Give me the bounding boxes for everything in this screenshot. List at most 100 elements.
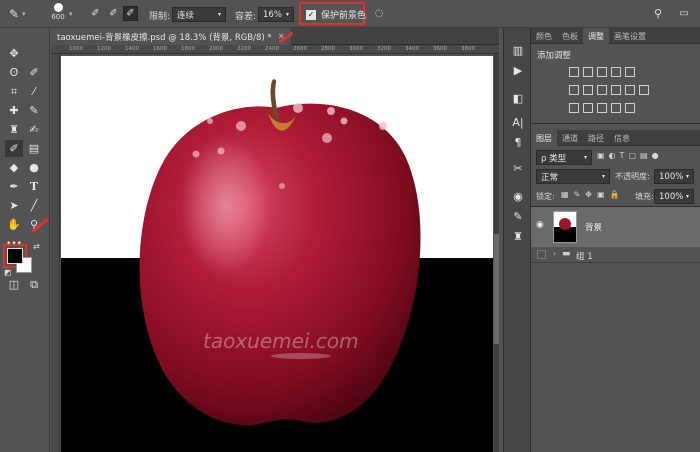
folder-icon: ▬: [562, 249, 571, 259]
history-brush-tool-icon[interactable]: ✍: [25, 121, 43, 138]
filter-pixel-icon[interactable]: ▣: [597, 151, 605, 160]
hand-tool-icon[interactable]: ✋: [5, 216, 23, 233]
lasso-tool-icon[interactable]: ʘ: [5, 64, 23, 81]
visibility-toggle-off[interactable]: [537, 250, 546, 259]
quick-mask-icon[interactable]: ◫: [5, 276, 23, 293]
eyedropper-tool-icon[interactable]: ⁄: [25, 83, 43, 100]
properties-panel-icon[interactable]: ◧: [509, 90, 527, 107]
layers-tabs: 图层 通道 路径 信息: [531, 130, 700, 146]
clone-source-icon[interactable]: ♜: [509, 228, 527, 245]
opacity-input[interactable]: 100% ▾: [654, 169, 694, 184]
brush-preset-picker[interactable]: 600: [48, 3, 68, 21]
curves-icon[interactable]: [597, 67, 607, 77]
pressure-size-icon[interactable]: ◌: [372, 6, 386, 20]
swap-colors-icon[interactable]: ⇄: [33, 242, 40, 251]
scrollbar-thumb[interactable]: [494, 234, 499, 344]
filter-adjustment-icon[interactable]: ◐: [609, 151, 616, 160]
filter-toggle-icon[interactable]: ●: [652, 151, 659, 160]
blend-mode-select[interactable]: 正常 ▾: [536, 169, 610, 184]
tab-swatches[interactable]: 色板: [557, 28, 583, 44]
gradient-tool-icon[interactable]: ▤: [25, 140, 43, 157]
color-lookup-icon[interactable]: [639, 85, 649, 95]
lock-transparent-icon[interactable]: ▦: [561, 190, 569, 199]
tab-paths[interactable]: 路径: [583, 130, 609, 146]
filter-type-icon[interactable]: T: [620, 151, 625, 160]
clone-stamp-tool-icon[interactable]: ♜: [5, 121, 23, 138]
filter-shape-icon[interactable]: ▢: [628, 151, 636, 160]
paragraph-panel-icon[interactable]: ¶: [509, 134, 527, 151]
limits-label: 限制:: [149, 12, 171, 22]
tab-layers[interactable]: 图层: [531, 130, 557, 146]
protect-foreground-checkbox[interactable]: ✓ 保护前景色: [306, 8, 366, 21]
eye-visibility-icon[interactable]: ◉: [536, 220, 544, 230]
threshold-icon[interactable]: [597, 103, 607, 113]
lock-position-icon[interactable]: ✥: [585, 190, 592, 199]
lock-all-icon[interactable]: 🔒: [610, 190, 620, 199]
posterize-icon[interactable]: [583, 103, 593, 113]
sampling-background-swatch-icon[interactable]: ✐: [123, 6, 138, 21]
sampling-continuous-icon[interactable]: ✐: [88, 6, 103, 21]
history-panel-icon[interactable]: ▥: [509, 42, 527, 59]
brush-tool-icon[interactable]: ✎: [25, 102, 43, 119]
pen-tool-icon[interactable]: ✒: [5, 178, 23, 195]
lock-artboard-icon[interactable]: ▣: [597, 190, 605, 199]
color-balance-icon[interactable]: [583, 85, 593, 95]
document-tab[interactable]: taoxuemei-背景橡皮擦.psd @ 18.3% (背景, RGB/8) …: [51, 28, 291, 45]
fill-input[interactable]: 100% ▾: [654, 189, 694, 204]
path-selection-tool-icon[interactable]: ➤: [5, 197, 23, 214]
eraser-tool-icon[interactable]: ✐: [5, 140, 23, 157]
lock-image-icon[interactable]: ✎: [574, 190, 581, 199]
tab-adjustments[interactable]: 调整: [583, 28, 609, 44]
checkbox-checked-icon: ✓: [306, 9, 316, 20]
foreground-color-swatch[interactable]: [7, 248, 23, 264]
screen-mode-icon[interactable]: ⧉: [25, 276, 43, 293]
layer-filter-select[interactable]: ρ 类型 ▾: [536, 150, 592, 165]
crop-tool-icon[interactable]: ⌗: [5, 83, 23, 100]
background-eraser-tool-icon[interactable]: ✎: [6, 6, 22, 22]
selective-color-icon[interactable]: [625, 103, 635, 113]
line-tool-icon[interactable]: ╱: [25, 197, 43, 214]
hue-saturation-icon[interactable]: [569, 85, 579, 95]
adjustments-panel: 添加调整: [531, 44, 700, 124]
exposure-icon[interactable]: [611, 67, 621, 77]
lock-label: 锁定:: [536, 192, 555, 201]
tab-info[interactable]: 信息: [609, 130, 635, 146]
tab-channels[interactable]: 通道: [557, 130, 583, 146]
brush-tip-icon: [53, 3, 63, 12]
move-tool-icon[interactable]: ✥: [5, 45, 23, 62]
layer-row[interactable]: ◉ 背景: [531, 207, 700, 247]
limits-select[interactable]: 连续 ▾: [172, 7, 226, 22]
vertical-scrollbar[interactable]: [494, 54, 499, 452]
channel-mixer-icon[interactable]: [625, 85, 635, 95]
black-white-icon[interactable]: [597, 85, 607, 95]
chevron-right-icon[interactable]: ›: [553, 249, 556, 258]
add-adjustment-title: 添加调整: [537, 51, 572, 61]
healing-brush-tool-icon[interactable]: ✚: [5, 102, 23, 119]
invert-icon[interactable]: [569, 103, 579, 113]
watermark-text: taoxuemei.com: [203, 329, 359, 353]
filter-smart-object-icon[interactable]: ▤: [640, 151, 648, 160]
levels-icon[interactable]: [583, 67, 593, 77]
workspace-icon[interactable]: ▭: [676, 6, 692, 20]
brightness-icon[interactable]: [569, 67, 579, 77]
sampling-once-icon[interactable]: ✐: [106, 6, 121, 21]
layer-row[interactable]: › ▬ 组 1: [531, 247, 700, 263]
actions-panel-icon[interactable]: ▶: [509, 62, 527, 79]
gradient-map-icon[interactable]: [611, 103, 621, 113]
blur-tool-icon[interactable]: ◆: [5, 159, 23, 176]
layer-thumbnail: [553, 211, 577, 243]
vibrance-icon[interactable]: [625, 67, 635, 77]
photo-filter-icon[interactable]: [611, 85, 621, 95]
type-tool-icon[interactable]: T: [25, 178, 43, 195]
libraries-icon[interactable]: ◉: [509, 188, 527, 205]
character-panel-icon[interactable]: A|: [509, 114, 527, 131]
dodge-tool-icon[interactable]: ●: [25, 159, 43, 176]
tab-color[interactable]: 颜色: [531, 28, 557, 44]
tool-presets-icon[interactable]: ✂: [509, 160, 527, 177]
search-icon[interactable]: ⚲: [651, 6, 665, 20]
tolerance-input[interactable]: 16% ▾: [258, 7, 294, 22]
tab-brush-settings[interactable]: 画笔设置: [609, 28, 651, 44]
quick-selection-tool-icon[interactable]: ✐: [25, 64, 43, 81]
document-canvas[interactable]: taoxuemei.com: [61, 56, 493, 452]
brush-panel-icon[interactable]: ✎: [509, 208, 527, 225]
